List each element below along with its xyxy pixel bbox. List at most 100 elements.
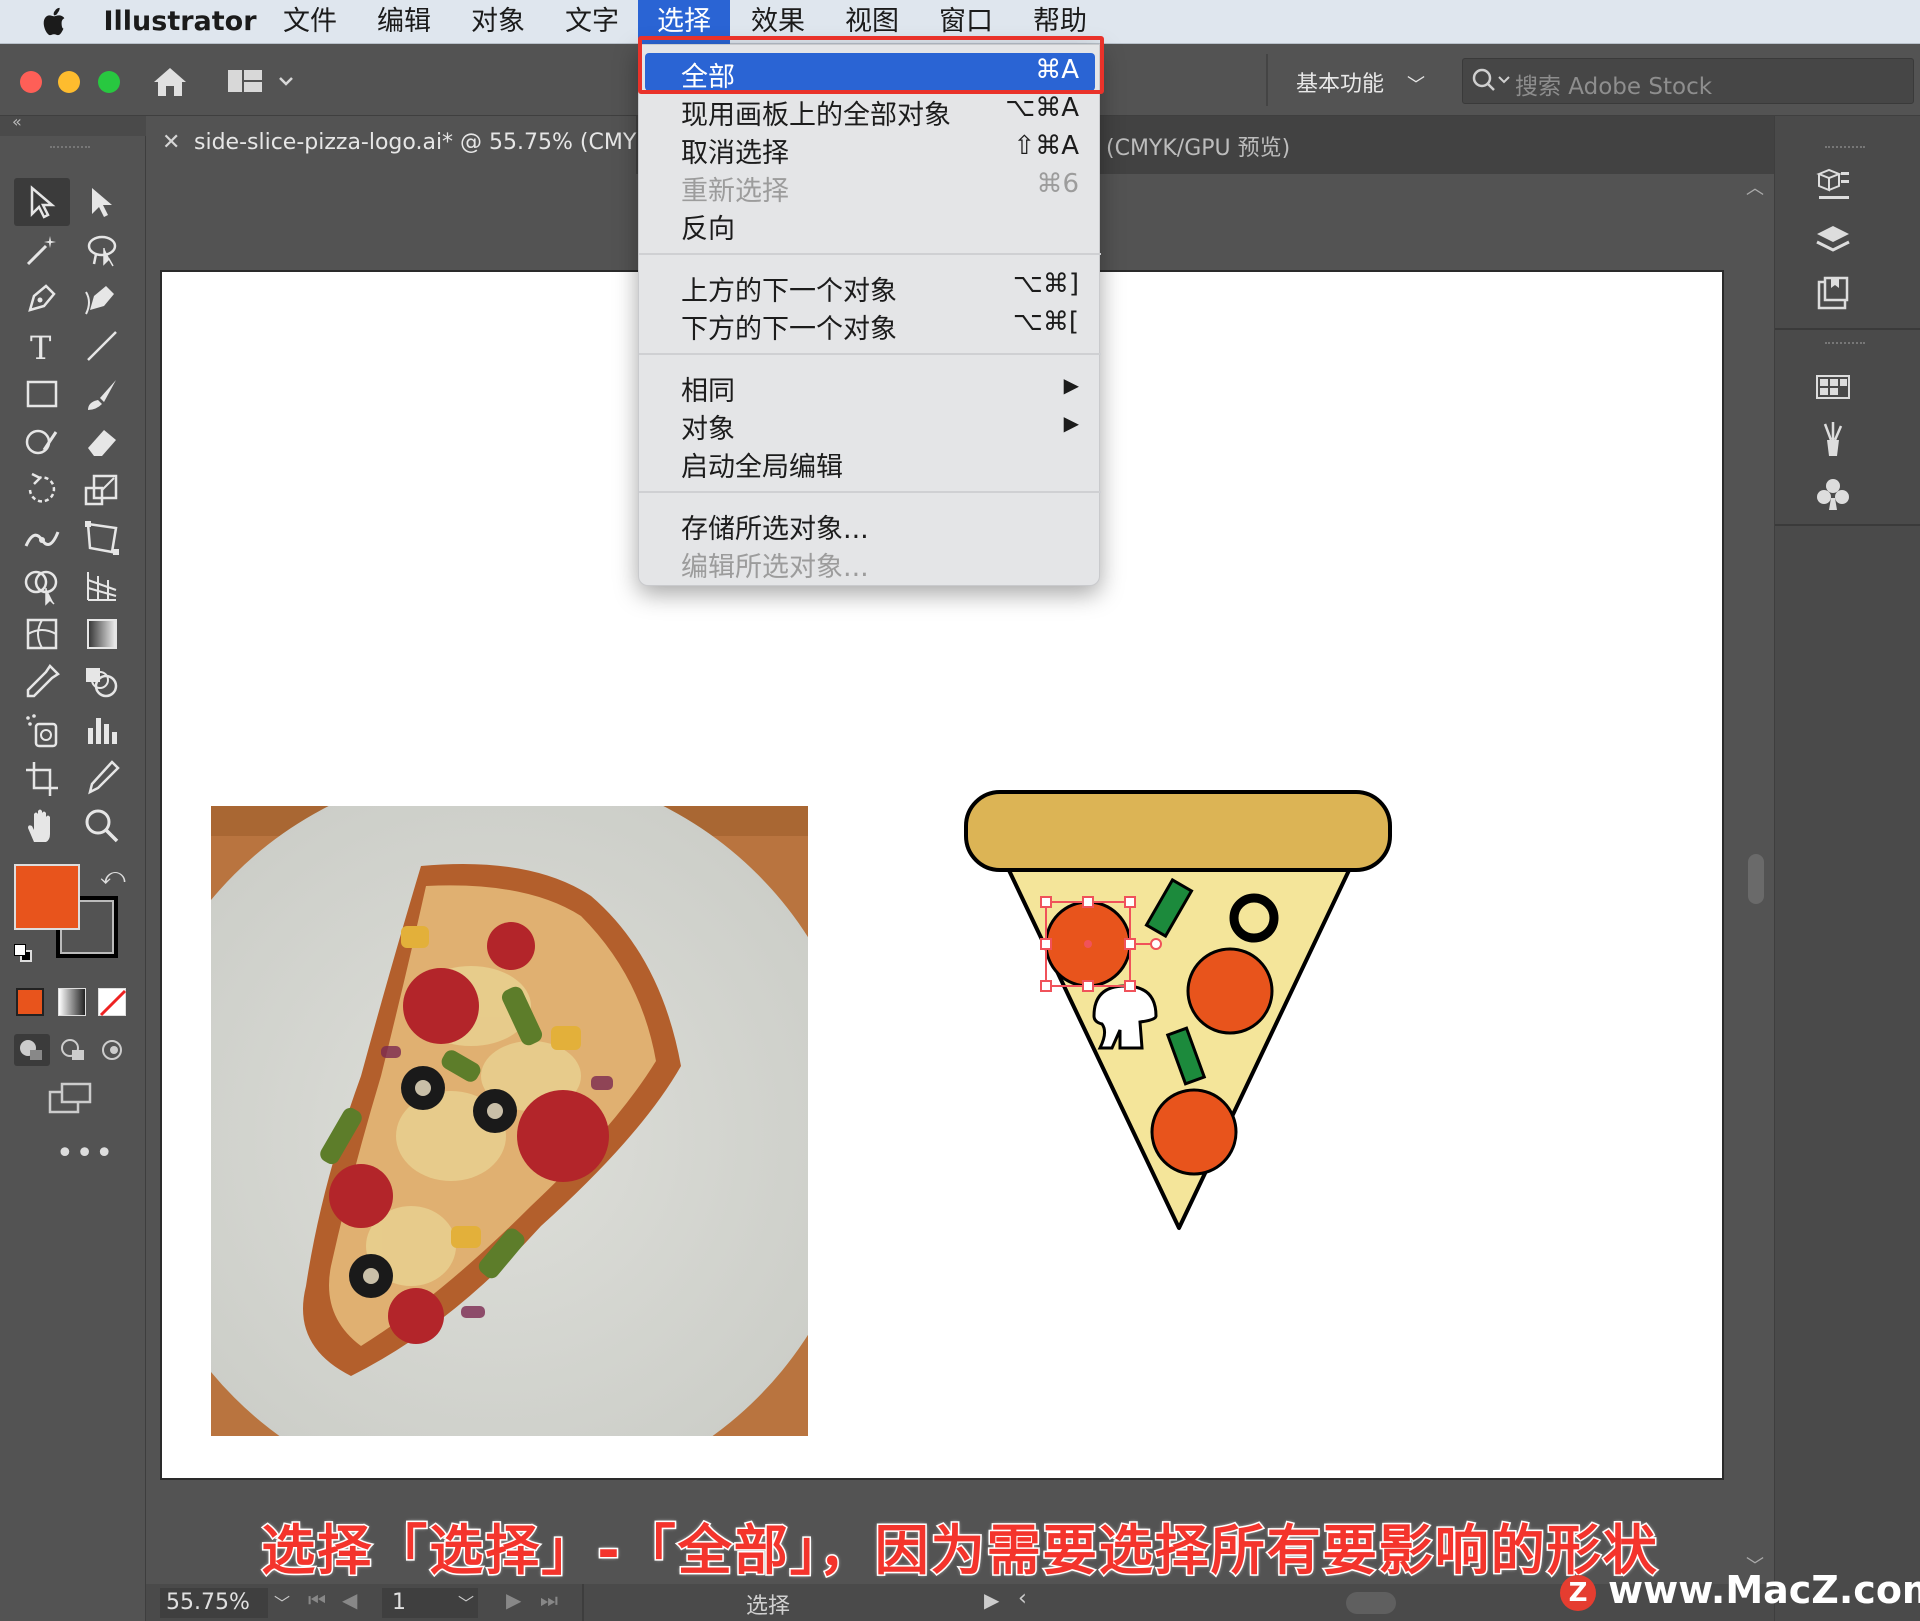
zoom-level-value: 55.75% xyxy=(166,1590,250,1615)
zoom-level-field[interactable]: 55.75% xyxy=(160,1588,268,1618)
artboard-number-value: 1 xyxy=(392,1590,406,1615)
minimize-window-button[interactable] xyxy=(58,71,80,93)
menu-item-deselect[interactable]: 取消选择 ⇧⌘A xyxy=(639,129,1101,169)
hand-tool-icon[interactable] xyxy=(22,806,62,846)
menu-item-same[interactable]: 相同 ▶ xyxy=(639,367,1101,407)
menu-item-save-selection[interactable]: 存储所选对象... xyxy=(639,505,1101,545)
width-tool-icon[interactable] xyxy=(22,518,62,558)
free-transform-tool-icon[interactable] xyxy=(82,518,122,558)
menu-item-all-on-active-artboard[interactable]: 现用画板上的全部对象 ⌥⌘A xyxy=(639,91,1101,131)
swatches-panel-icon[interactable] xyxy=(1813,366,1853,406)
curvature-tool-icon[interactable] xyxy=(82,278,122,318)
horizontal-scrollbar-thumb[interactable] xyxy=(1346,1592,1396,1614)
rotate-tool-icon[interactable] xyxy=(22,470,62,510)
apple-icon[interactable] xyxy=(40,6,70,38)
vertical-scrollbar[interactable]: ︿ ﹀ xyxy=(1738,174,1774,1579)
stock-search-field[interactable]: 搜索 Adobe Stock xyxy=(1462,58,1914,104)
symbols-panel-icon[interactable] xyxy=(1813,474,1853,514)
divider xyxy=(582,1584,584,1621)
shape-builder-tool-icon[interactable] xyxy=(22,566,62,606)
swap-fill-stroke-icon[interactable]: ⤺ xyxy=(100,862,126,890)
menu-object[interactable]: 对象 xyxy=(458,0,538,44)
menu-file[interactable]: 文件 xyxy=(270,0,350,44)
menu-item-next-object-below[interactable]: 下方的下一个对象 ⌥⌘[ xyxy=(639,305,1101,345)
lasso-tool-icon[interactable] xyxy=(82,230,122,270)
edit-toolbar-more-icon[interactable]: ••• xyxy=(56,1136,115,1171)
brushes-panel-icon[interactable] xyxy=(1813,420,1853,460)
gradient-tool-icon[interactable] xyxy=(82,614,122,654)
collapse-toolbar-icon[interactable]: « xyxy=(12,112,22,131)
first-artboard-icon[interactable]: ⏮ xyxy=(308,1588,326,1612)
direct-selection-tool-icon[interactable] xyxy=(82,182,122,222)
mesh-tool-icon[interactable] xyxy=(22,614,62,654)
menu-edit[interactable]: 编辑 xyxy=(364,0,444,44)
panel-grip[interactable] xyxy=(1825,146,1865,150)
properties-panel-icon[interactable] xyxy=(1813,164,1853,204)
close-window-button[interactable] xyxy=(20,71,42,93)
default-fill-stroke-icon[interactable] xyxy=(14,944,34,964)
menu-item-label: 现用画板上的全部对象 xyxy=(681,100,951,131)
change-screen-mode-icon[interactable] xyxy=(48,1082,94,1116)
previous-artboard-icon[interactable]: ◀ xyxy=(342,1588,357,1612)
type-tool-icon[interactable]: T xyxy=(22,326,62,367)
app-name-menu[interactable]: Illustrator xyxy=(100,0,260,44)
toolbar-grip[interactable] xyxy=(50,146,90,152)
shaper-tool-icon[interactable] xyxy=(22,422,62,462)
pizza-crust-shape[interactable] xyxy=(964,790,1392,872)
menu-item-object[interactable]: 对象 ▶ xyxy=(639,405,1101,445)
pen-tool-icon[interactable] xyxy=(22,278,62,318)
last-artboard-icon[interactable]: ⏭ xyxy=(540,1588,558,1612)
menu-type[interactable]: 文字 xyxy=(552,0,632,44)
menu-item-label: 编辑所选对象... xyxy=(681,552,869,583)
menu-item-label: 重新选择 xyxy=(681,176,789,207)
symbol-sprayer-tool-icon[interactable] xyxy=(22,710,62,750)
select-menu-dropdown: 全部 ⌘A 现用画板上的全部对象 ⌥⌘A 取消选择 ⇧⌘A 重新选择 ⌘6 反向… xyxy=(638,44,1101,586)
close-tab-icon[interactable]: ✕ xyxy=(162,130,180,155)
rectangle-tool-icon[interactable] xyxy=(22,374,62,414)
tools-panel: T ⤺ ••• xyxy=(0,136,146,1621)
color-mode-button[interactable] xyxy=(16,988,44,1016)
scale-tool-icon[interactable] xyxy=(82,470,122,510)
panel-grip[interactable] xyxy=(1825,342,1865,346)
zoom-dropdown-chevron-icon[interactable]: ﹀ xyxy=(274,1590,290,1614)
scrollbar-thumb[interactable] xyxy=(1748,854,1764,904)
fill-swatch[interactable] xyxy=(14,864,80,930)
paintbrush-tool-icon[interactable] xyxy=(82,374,122,414)
menu-item-inverse[interactable]: 反向 xyxy=(639,205,1101,245)
column-graph-tool-icon[interactable] xyxy=(82,710,122,750)
workspace-switcher[interactable]: 基本功能 ﹀ xyxy=(1296,66,1425,98)
draw-behind-icon[interactable] xyxy=(56,1034,92,1066)
eraser-tool-icon[interactable] xyxy=(82,422,122,462)
selection-tool-icon[interactable] xyxy=(22,182,62,222)
artboard-dropdown-chevron-icon[interactable]: ﹀ xyxy=(458,1590,474,1614)
menu-item-start-global-edit[interactable]: 启动全局编辑 xyxy=(639,443,1101,483)
layers-panel-icon[interactable] xyxy=(1813,220,1853,260)
scroll-left-icon[interactable]: ‹ xyxy=(1018,1586,1027,1611)
pizza-slice-logo[interactable] xyxy=(950,780,1410,1240)
artboard-tool-icon[interactable] xyxy=(22,758,62,798)
menu-item-next-object-above[interactable]: 上方的下一个对象 ⌥⌘] xyxy=(639,267,1101,307)
none-mode-button[interactable] xyxy=(98,988,127,1017)
arrange-documents-icon[interactable] xyxy=(226,64,296,98)
perspective-grid-tool-icon[interactable] xyxy=(82,566,122,606)
draw-inside-icon[interactable] xyxy=(96,1034,132,1066)
status-menu-arrow-icon[interactable]: ▶ xyxy=(984,1588,999,1612)
draw-normal-icon[interactable] xyxy=(14,1034,50,1066)
document-tab-active[interactable]: ✕ side-slice-pizza-logo.ai* @ 55.75% (CM… xyxy=(146,116,658,174)
gradient-mode-button[interactable] xyxy=(58,988,86,1016)
pizza-photo-image[interactable] xyxy=(211,806,808,1436)
zoom-tool-icon[interactable] xyxy=(82,806,122,846)
pepperoni-shape[interactable] xyxy=(1186,947,1274,1035)
slice-tool-icon[interactable] xyxy=(82,758,122,798)
zoom-window-button[interactable] xyxy=(98,71,120,93)
blend-tool-icon[interactable] xyxy=(82,662,122,702)
line-segment-tool-icon[interactable] xyxy=(82,326,122,366)
next-artboard-icon[interactable]: ▶ xyxy=(506,1588,521,1612)
pepperoni-shape[interactable] xyxy=(1150,1088,1238,1176)
magic-wand-icon[interactable] xyxy=(22,230,62,270)
libraries-panel-icon[interactable] xyxy=(1813,274,1853,314)
document-tab-inactive[interactable]: (CMYK/GPU 预览) xyxy=(1106,130,1290,162)
eyedropper-tool-icon[interactable] xyxy=(22,662,62,702)
home-icon[interactable] xyxy=(150,64,190,100)
scroll-up-icon[interactable]: ︿ xyxy=(1746,174,1764,200)
